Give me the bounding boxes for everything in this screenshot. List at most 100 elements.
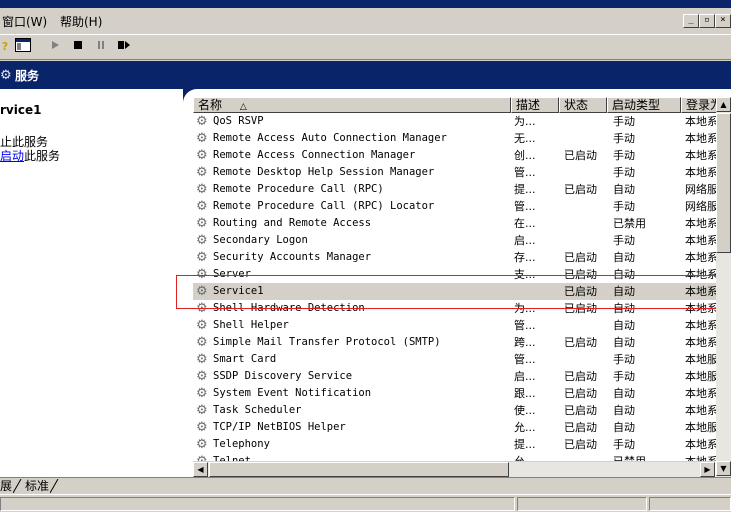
close-button[interactable]: × [715, 14, 731, 28]
gear-icon: ⚙ [196, 182, 208, 197]
help-icon[interactable]: ? [0, 38, 14, 56]
service-status-cell: 已启动 [564, 183, 597, 196]
gear-icon: ⚙ [196, 453, 212, 461]
tab-standard[interactable]: 标准 [25, 479, 49, 493]
service-startup-cell: 手动 [613, 132, 635, 145]
service-name-cell: Routing and Remote Access [213, 217, 372, 229]
vertical-scroll-thumb[interactable] [716, 113, 731, 253]
gear-icon: ⚙ [196, 216, 208, 231]
service-row[interactable]: ⚙ Task Scheduler 使... 已启动 自动 本地系 [193, 402, 731, 419]
service-row[interactable]: ⚙ Remote Desktop Help Session Manager 管...… [193, 164, 731, 181]
menu-window[interactable]: 窗口(W) [2, 13, 47, 30]
menu-help[interactable]: 帮助(H) [60, 13, 102, 30]
service-row[interactable]: ⚙Telnet允...已禁用本地系 [193, 453, 731, 461]
gear-icon: ⚙ [196, 352, 208, 367]
start-service-icon[interactable] [46, 38, 64, 56]
scroll-up-button[interactable]: ▲ [716, 97, 731, 112]
service-status-cell: 已启动 [564, 149, 597, 162]
scroll-right-button[interactable]: ▶ [700, 462, 715, 477]
restore-button[interactable]: ▫ [699, 14, 715, 28]
horizontal-scroll-thumb[interactable] [209, 462, 509, 477]
service-name-cell: Smart Card [213, 353, 277, 365]
gear-icon: ⚙ [196, 233, 208, 248]
service-startup-cell: 自动 [613, 183, 635, 196]
menu-bar: 窗口(W) 帮助(H) _ ▫ × [0, 8, 731, 35]
service-startup-cell: 自动 [613, 421, 635, 434]
status-panel-1 [0, 497, 515, 511]
gear-icon: ⚙ [196, 369, 208, 384]
service-name-cell: SSDP Discovery Service [213, 370, 353, 382]
service-startup-cell: 手动 [613, 200, 635, 213]
service-startup-cell: 手动 [613, 370, 635, 383]
service-name-cell: QoS RSVP [213, 115, 264, 127]
service-status-cell: 已启动 [564, 251, 597, 264]
service-startup-cell: 手动 [613, 115, 635, 128]
service-row[interactable]: ⚙ Remote Access Connection Manager 创... 已启动… [193, 147, 731, 164]
service-status-cell: 已启动 [564, 370, 597, 383]
service-row[interactable]: ⚙ Routing and Remote Access 在... 已禁用 本地系 [193, 215, 731, 232]
column-header-startup-type[interactable]: 启动类型 [607, 97, 681, 113]
service-row[interactable]: ⚙ QoS RSVP 为... 手动 本地系 [193, 113, 731, 130]
service-startup-cell: 手动 [613, 438, 635, 451]
service-row[interactable]: ⚙ TCP/IP NetBIOS Helper 允... 已启动 自动 本地服 [193, 419, 731, 436]
gear-icon: ⚙ [196, 199, 208, 214]
gear-icon: ⚙ [196, 318, 208, 333]
service-row[interactable]: ⚙ Secondary Logon 启... 手动 本地系 [193, 232, 731, 249]
service-description-cell: 管... [514, 166, 536, 179]
service-status-cell: 已启动 [564, 421, 597, 434]
horizontal-scrollbar[interactable]: ◀ ▶ [193, 461, 715, 478]
scroll-left-button[interactable]: ◀ [193, 462, 208, 477]
service-row[interactable]: ⚙ Simple Mail Transfer Protocol (SMTP) 跨..… [193, 334, 731, 351]
console-tree-icon[interactable] [14, 38, 32, 56]
service-row[interactable]: ⚙ Remote Procedure Call (RPC) 提... 已启动 自动 网络服 [193, 181, 731, 198]
service-description-cell: 存... [514, 251, 536, 264]
gear-icon: ⚙ [196, 386, 208, 401]
status-bar [0, 494, 731, 512]
stop-service-icon[interactable] [69, 38, 87, 56]
service-description-cell: 管... [514, 353, 536, 366]
start-service-link[interactable]: 启动 [0, 149, 24, 163]
scroll-down-button[interactable]: ▼ [716, 461, 731, 476]
service-name-cell: Telnet [213, 455, 251, 461]
service-row[interactable]: ⚙ Remote Access Auto Connection Manager 无.… [193, 130, 731, 147]
service-row[interactable]: ⚙ Security Accounts Manager 存... 已启动 自动 本地系 [193, 249, 731, 266]
service-status-cell: 已启动 [564, 336, 597, 349]
service-description-cell: 管... [514, 200, 536, 213]
service-row[interactable]: ⚙ Smart Card 管... 手动 本地服 [193, 351, 731, 368]
gear-icon: ⚙ [196, 420, 208, 435]
tab-extended[interactable]: 展 [0, 479, 12, 493]
column-header-status[interactable]: 状态 [559, 97, 607, 113]
service-description-cell: 提... [514, 438, 536, 451]
highlight-box [176, 275, 730, 309]
tab-separator [13, 479, 22, 493]
restart-service-icon[interactable] [115, 38, 133, 56]
service-row[interactable]: ⚙ SSDP Discovery Service 启... 已启动 手动 本地服 [193, 368, 731, 385]
service-description-cell: 在... [514, 217, 536, 230]
services-header: ⚙ 服务 [0, 61, 731, 89]
service-row[interactable]: ⚙ Telephony 提... 已启动 手动 本地系 [193, 436, 731, 453]
service-name-cell: Remote Access Auto Connection Manager [213, 132, 447, 144]
column-header-name[interactable]: 名称 △ [193, 97, 511, 113]
minimize-button[interactable]: _ [683, 14, 699, 28]
gear-icon: ⚙ [196, 437, 208, 452]
column-header-description[interactable]: 描述 [511, 97, 559, 113]
service-row[interactable]: ⚙ Shell Helper 管... 自动 本地系 [193, 317, 731, 334]
tab-separator-end [50, 479, 59, 493]
start-service-line: 启动此服务 [0, 149, 61, 163]
service-name-cell: Remote Desktop Help Session Manager [213, 166, 435, 178]
service-name-cell: Remote Access Connection Manager [213, 149, 416, 161]
status-panel-3 [649, 497, 731, 511]
service-name-cell: Security Accounts Manager [213, 251, 372, 263]
page-title: 服务 [15, 69, 40, 83]
view-tabs: 展 标准 [0, 477, 731, 494]
service-name-cell: System Event Notification [213, 387, 372, 399]
service-name-cell: Telephony [213, 438, 270, 450]
pause-service-icon[interactable] [92, 38, 110, 56]
description-pane: rvice1 止此服务 启动此服务 [0, 89, 183, 477]
service-name-cell: Secondary Logon [213, 234, 308, 246]
service-row[interactable]: ⚙ System Event Notification 跟... 已启动 自动 本地系 [193, 385, 731, 402]
service-startup-cell: 手动 [613, 149, 635, 162]
vertical-scrollbar[interactable]: ▲ ▼ [716, 97, 731, 477]
service-row[interactable]: ⚙ Remote Procedure Call (RPC) Locator 管...… [193, 198, 731, 215]
gear-icon: ⚙ [196, 165, 208, 180]
